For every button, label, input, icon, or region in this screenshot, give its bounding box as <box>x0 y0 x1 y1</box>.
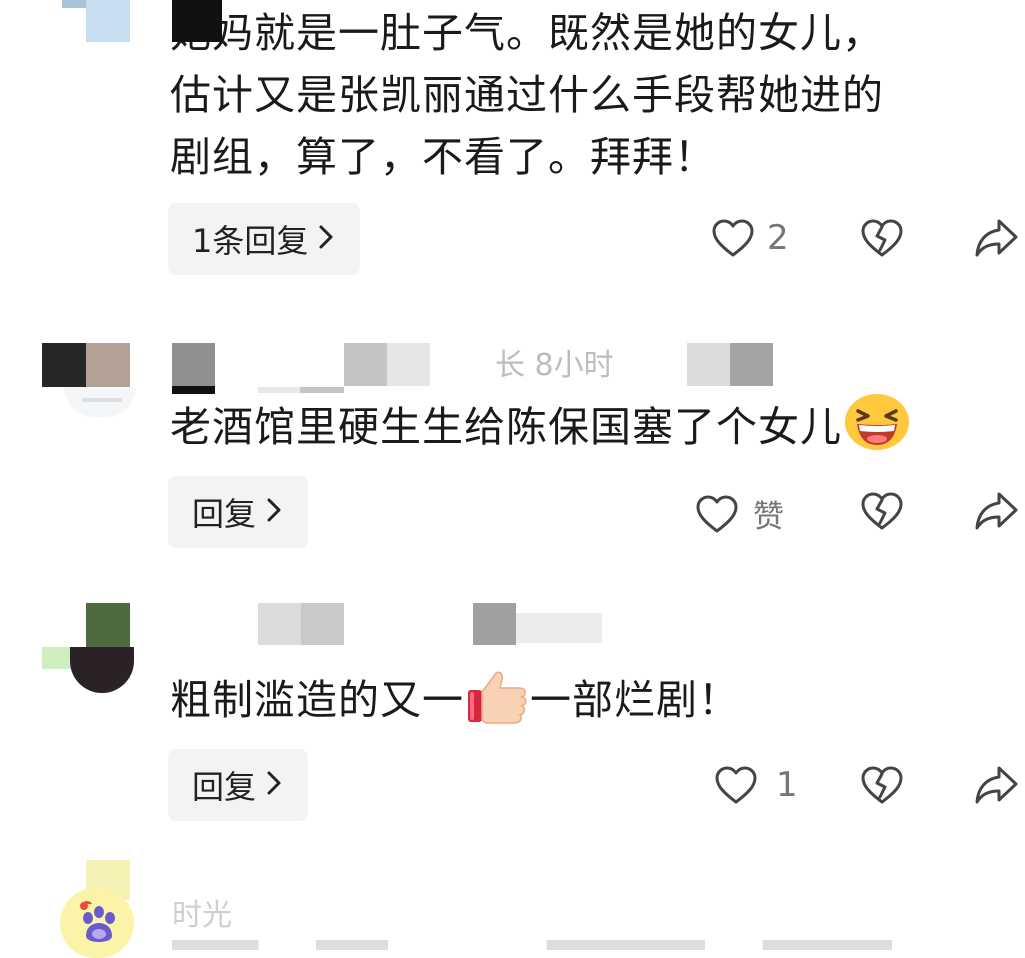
reply-button[interactable]: 回复 <box>168 476 309 548</box>
reply-label: 回复 <box>192 768 257 806</box>
avatar-edge <box>62 0 86 8</box>
paw-icon <box>74 896 124 952</box>
heart-outline-icon <box>714 765 758 805</box>
broken-heart-icon <box>860 765 904 805</box>
share-arrow-icon <box>973 490 1019 532</box>
share-button[interactable] <box>973 217 1019 259</box>
dislike-button[interactable] <box>860 491 904 531</box>
reply-label: 回复 <box>192 495 257 533</box>
avatar[interactable] <box>42 343 136 421</box>
chevron-right-icon <box>266 766 282 804</box>
username[interactable] <box>172 603 612 647</box>
dislike-button[interactable] <box>860 765 904 805</box>
dislike-button[interactable] <box>860 218 904 258</box>
comment-text: 粗制滥造的又一 一部烂剧！ <box>170 666 1010 731</box>
share-button[interactable] <box>973 764 1019 806</box>
like-button[interactable]: 赞 <box>695 491 784 536</box>
share-arrow-icon <box>973 764 1019 806</box>
broken-heart-icon <box>860 491 904 531</box>
redaction-block <box>172 0 222 42</box>
view-replies-button[interactable]: 1条回复 <box>168 203 361 275</box>
broken-heart-icon <box>860 218 904 258</box>
like-button[interactable]: 2 <box>711 218 789 258</box>
avatar[interactable] <box>58 860 138 958</box>
username[interactable]: 时光 <box>172 890 232 934</box>
comment-text-cutoff <box>172 940 892 950</box>
avatar[interactable] <box>86 0 130 42</box>
like-count: 2 <box>767 218 789 258</box>
like-count: 1 <box>776 765 798 805</box>
like-button[interactable]: 1 <box>714 765 798 805</box>
grinning-squinting-face-icon <box>844 393 910 450</box>
comment-text: 老酒馆里硬生生给陈保国塞了个女儿 <box>170 393 1010 458</box>
heart-outline-icon <box>711 218 755 258</box>
heart-outline-icon <box>695 494 739 534</box>
share-arrow-icon <box>973 217 1019 259</box>
username[interactable] <box>172 343 782 394</box>
reply-button[interactable]: 回复 <box>168 749 309 821</box>
chevron-right-icon <box>266 493 282 531</box>
share-button[interactable] <box>973 490 1019 532</box>
comment-meta: 长 8小时 <box>495 348 614 383</box>
like-count: 赞 <box>753 499 784 535</box>
chevron-right-icon <box>318 220 334 258</box>
reply-label: 1条回复 <box>192 222 309 260</box>
thumbs-up-icon <box>464 666 530 724</box>
avatar[interactable] <box>42 603 142 693</box>
comment-text: 她妈就是一肚子气。既然是她的女儿， 估计又是张凯丽通过什么手段帮她进的 剧组，算… <box>170 9 884 181</box>
